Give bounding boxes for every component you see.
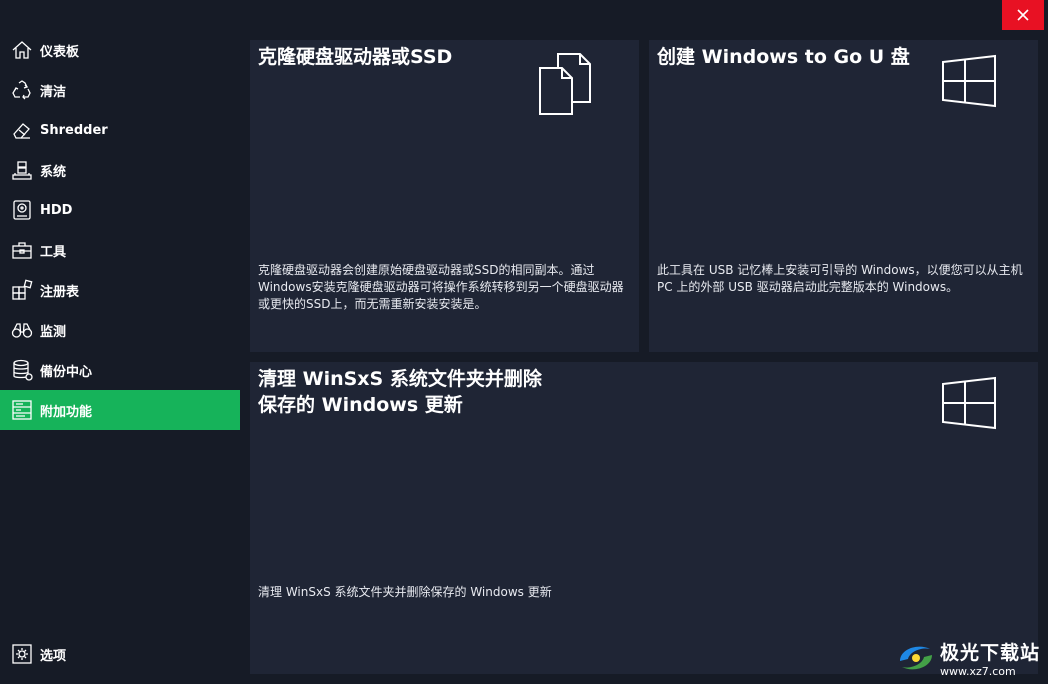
sidebar-item-options[interactable]: 选项 — [0, 634, 240, 674]
close-button[interactable] — [1002, 0, 1044, 30]
registry-icon — [10, 278, 34, 302]
windows-logo-icon — [941, 54, 997, 112]
watermark-url: www.xz7.com — [939, 665, 1016, 678]
card-title: 克隆硬盘驱动器或SSD — [258, 46, 453, 68]
clone-drive-card[interactable]: 克隆硬盘驱动器或SSD 克隆硬盘驱动器会创建原始硬盘驱动器或SSD的相同副本。通… — [250, 40, 639, 352]
card-title: 清理 WinSxS 系统文件夹并删除 保存的 Windows 更新 — [258, 368, 542, 416]
card-description: 清理 WinSxS 系统文件夹并删除保存的 Windows 更新 — [258, 585, 552, 599]
database-icon — [10, 358, 34, 382]
sidebar-item-system[interactable]: 系统 — [0, 150, 240, 190]
sidebar-item-label: 选项 — [40, 648, 67, 664]
winsxs-cleanup-card[interactable]: 清理 WinSxS 系统文件夹并删除 保存的 Windows 更新 清理 Win… — [250, 362, 1038, 674]
sidebar-item-label: 系统 — [40, 164, 67, 180]
card-title: 创建 Windows to Go U 盘 — [657, 46, 910, 68]
sidebar-item-hdd[interactable]: HDD — [0, 190, 240, 230]
sidebar-item-tools[interactable]: 工具 — [0, 230, 240, 270]
sidebar-item-label: 监测 — [40, 324, 67, 340]
copy-files-icon — [536, 52, 606, 122]
settings-icon — [10, 642, 34, 666]
sidebar-item-label: Shredder — [40, 122, 108, 138]
watermark-logo-icon — [899, 646, 932, 670]
sidebar-item-shredder[interactable]: Shredder — [0, 110, 240, 150]
list-icon — [10, 398, 34, 422]
windows-logo-icon — [941, 376, 997, 434]
system-icon — [10, 158, 34, 182]
close-icon — [1017, 9, 1029, 21]
sidebar: 仪表板 清洁 Shredder 系统 HDD 工具 注册表 监测 備份中心 附加… — [0, 30, 240, 684]
eraser-icon — [10, 118, 34, 142]
sidebar-item-label: 清洁 — [40, 84, 67, 100]
sidebar-item-monitor[interactable]: 监测 — [0, 310, 240, 350]
home-icon — [10, 38, 34, 62]
recycle-icon — [10, 78, 34, 102]
watermark-title: 极光下载站 — [939, 642, 1040, 664]
card-description: 克隆硬盘驱动器会创建原始硬盘驱动器或SSD的相同副本。通过Windows安装克隆… — [258, 263, 624, 311]
sidebar-item-label: 仪表板 — [40, 44, 80, 60]
binoculars-icon — [10, 318, 34, 342]
sidebar-bottom: 选项 — [0, 634, 240, 674]
hdd-icon — [10, 198, 34, 222]
sidebar-item-clean[interactable]: 清洁 — [0, 70, 240, 110]
sidebar-item-label: 備份中心 — [40, 364, 93, 380]
sidebar-item-label: 注册表 — [40, 284, 80, 300]
sidebar-item-label: 附加功能 — [40, 404, 93, 420]
card-description: 此工具在 USB 记忆棒上安装可引导的 Windows，以便您可以从主机 PC … — [657, 263, 1023, 294]
windows-to-go-card[interactable]: 创建 Windows to Go U 盘 此工具在 USB 记忆棒上安装可引导的… — [649, 40, 1038, 352]
watermark: 极光下载站 www.xz7.com — [896, 638, 1040, 678]
sidebar-item-addons[interactable]: 附加功能 — [0, 390, 240, 430]
toolbox-icon — [10, 238, 34, 262]
sidebar-item-label: HDD — [40, 202, 73, 218]
sidebar-item-dashboard[interactable]: 仪表板 — [0, 30, 240, 70]
sidebar-item-backup[interactable]: 備份中心 — [0, 350, 240, 390]
sidebar-item-registry[interactable]: 注册表 — [0, 270, 240, 310]
sidebar-item-label: 工具 — [40, 244, 67, 260]
